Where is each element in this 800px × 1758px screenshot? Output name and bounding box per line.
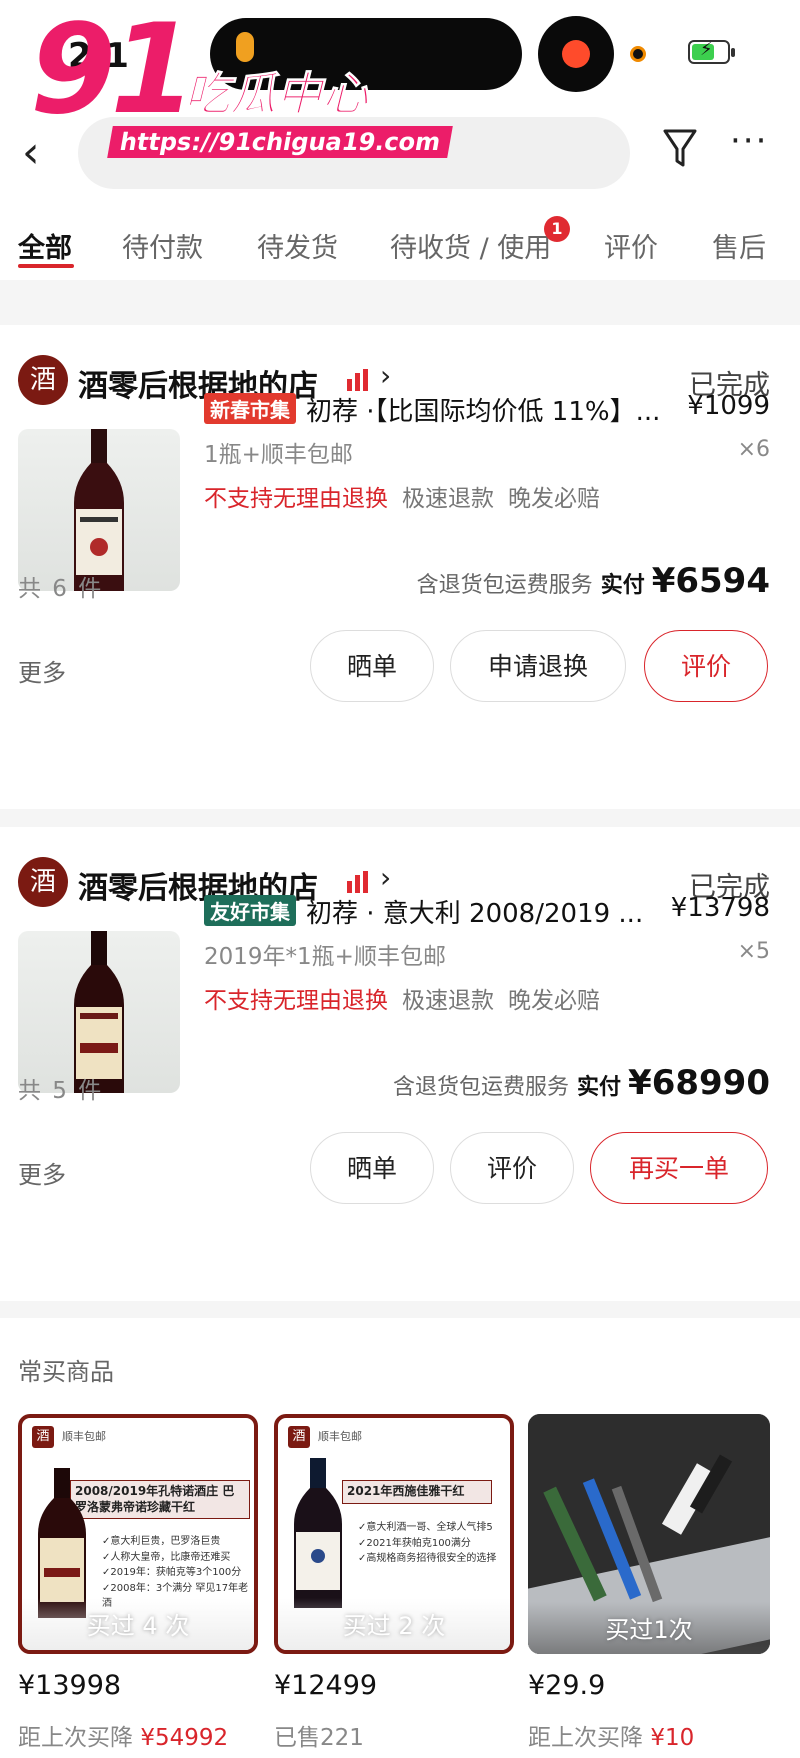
service-tags: 不支持无理由退换 极速退款 晚发必赔 [204,479,600,513]
product-quantity: ×6 [737,437,770,462]
tab-after-sales[interactable]: 售后 [712,226,766,265]
promo-tag: 新春市集 [204,393,296,424]
shipping-label: 顺丰包邮 [318,1430,362,1443]
product-banner: 2021年西施佳雅干红 [342,1480,492,1504]
product-card[interactable]: 酒 顺丰包邮 2021年西施佳雅干红 ✓意大利酒一哥、全球人气排5 ✓2021年… [274,1414,514,1654]
product-thumbnail[interactable] [18,429,180,591]
wine-bottle-image [38,1468,86,1618]
wine-bottle-image [74,931,124,1093]
shipping-label: 顺丰包邮 [62,1430,106,1443]
tab-review[interactable]: 评价 [604,226,658,265]
total-label: 实付 [577,1075,622,1100]
section-title: 常买商品 [18,1358,114,1386]
wine-bottle-image [74,429,124,591]
tab-all[interactable]: 全部 [18,226,72,265]
order-card: 酒 酒零后根据地的店 › 已完成 新春市集 初荐 ·【比国际均价低 11%】..… [0,325,800,809]
product-title[interactable]: 初荐 ·【比国际均价低 11%】... [306,391,686,428]
ellipsis-icon[interactable]: ··· [730,121,768,161]
product-price: ¥29.9 [528,1670,606,1701]
product-spec: 2019年*1瓶+顺丰包邮 [204,944,446,970]
total-note: 含退货包运费服务 [416,573,593,598]
tab-pending-payment[interactable]: 待付款 [122,226,203,265]
product-price: ¥12499 [274,1670,378,1701]
item-count: 共 6 件 [18,576,104,602]
promo-tag: 友好市集 [204,895,296,926]
chevron-right-icon[interactable]: › [380,359,391,392]
purchase-count-overlay: 买过 4 次 [22,1598,254,1650]
more-link[interactable]: 更多 [18,653,66,688]
total-label: 实付 [600,573,645,598]
wine-bottle-image [294,1458,342,1608]
no-return-notice: 不支持无理由退换 [204,988,388,1014]
order-total: 含退货包运费服务 实付 ¥6594 [417,561,770,601]
tab-badge: 1 [544,216,570,242]
total-amount: ¥6594 [651,561,770,601]
late-ship-compensation-tag: 晚发必赔 [508,988,600,1014]
funnel-icon[interactable] [662,127,698,171]
fast-refund-tag: 极速退款 [402,486,494,512]
total-note: 含退货包运费服务 [393,1075,570,1100]
price-drop-note: 距上次买降 ¥54992 [18,1725,229,1751]
shop-logo: 酒 [288,1426,310,1448]
late-ship-compensation-tag: 晚发必赔 [508,486,600,512]
request-return-button[interactable]: 申请退换 [450,630,626,702]
product-card[interactable]: 买过1次 [528,1414,770,1654]
product-price: ¥13798 [670,893,770,923]
shop-logo: 酒 [18,857,68,907]
service-tags: 不支持无理由退换 极速退款 晚发必赔 [204,981,600,1015]
shop-logo: 酒 [32,1426,54,1448]
product-quantity: ×5 [737,939,770,964]
product-spec: 1瓶+顺丰包邮 [204,442,353,468]
order-list-page: 2:1 ⚡ ‹ ··· 91 吃瓜中心 https://91chigua19.c… [0,0,800,1758]
price-drop-note: 距上次买降 ¥10 [528,1725,695,1751]
buy-again-button[interactable]: 再买一单 [590,1132,768,1204]
share-order-button[interactable]: 晒单 [310,630,434,702]
review-button[interactable]: 评价 [644,630,768,702]
total-amount: ¥68990 [628,1063,770,1103]
record-dot-icon [562,40,590,68]
no-return-notice: 不支持无理由退换 [204,486,388,512]
shop-logo: 酒 [18,355,68,405]
product-banner: 2008/2019年孔特诺酒庄 巴罗洛蒙弗帝诺珍藏干红 [70,1480,250,1520]
tab-pending-shipment[interactable]: 待发货 [257,226,338,265]
privacy-dot-icon [630,46,646,62]
order-card: 酒 酒零后根据地的店 › 已完成 友好市集 初荐 · 意大利 2008/2019… [0,827,800,1301]
item-count: 共 5 件 [18,1078,104,1104]
watermark-url: https://91chigua19.com [107,126,454,158]
bar-chart-icon [347,871,368,893]
product-thumbnail[interactable] [18,931,180,1093]
purchase-count-overlay: 买过 2 次 [278,1598,510,1650]
product-card[interactable]: 酒 顺丰包邮 2008/2019年孔特诺酒庄 巴罗洛蒙弗帝诺珍藏干红 ✓意大利巨… [18,1414,258,1654]
frequently-bought-section: 常买商品 酒 顺丰包邮 2008/2019年孔特诺酒庄 巴罗洛蒙弗帝诺珍藏干红 … [0,1318,800,1758]
watermark-title: 吃瓜中心 [184,67,369,122]
share-order-button[interactable]: 晒单 [310,1132,434,1204]
tab-active-indicator [18,264,74,268]
purchase-count-overlay: 买过1次 [528,1602,770,1654]
chevron-right-icon[interactable]: › [380,861,391,894]
bar-chart-icon [347,369,368,391]
battery-icon: ⚡ [688,39,735,64]
sold-count: 已售221 [274,1725,364,1751]
order-tabs: 全部 待付款 待发货 待收货 / 使用 1 评价 售后 [0,200,800,280]
tab-pending-receipt[interactable]: 待收货 / 使用 [390,226,551,265]
product-price: ¥13998 [18,1670,122,1701]
product-highlights: ✓意大利酒一哥、全球人气排5 ✓2021年获帕克100满分 ✓高规格商务招待很安… [358,1522,497,1564]
order-total: 含退货包运费服务 实付 ¥68990 [393,1063,770,1103]
watermark-logo: 91 [30,0,197,142]
review-button[interactable]: 评价 [450,1132,574,1204]
more-link[interactable]: 更多 [18,1155,66,1190]
product-price: ¥1099 [687,391,770,421]
product-title[interactable]: 初荐 · 意大利 2008/2019 ... [306,893,666,930]
fast-refund-tag: 极速退款 [402,988,494,1014]
